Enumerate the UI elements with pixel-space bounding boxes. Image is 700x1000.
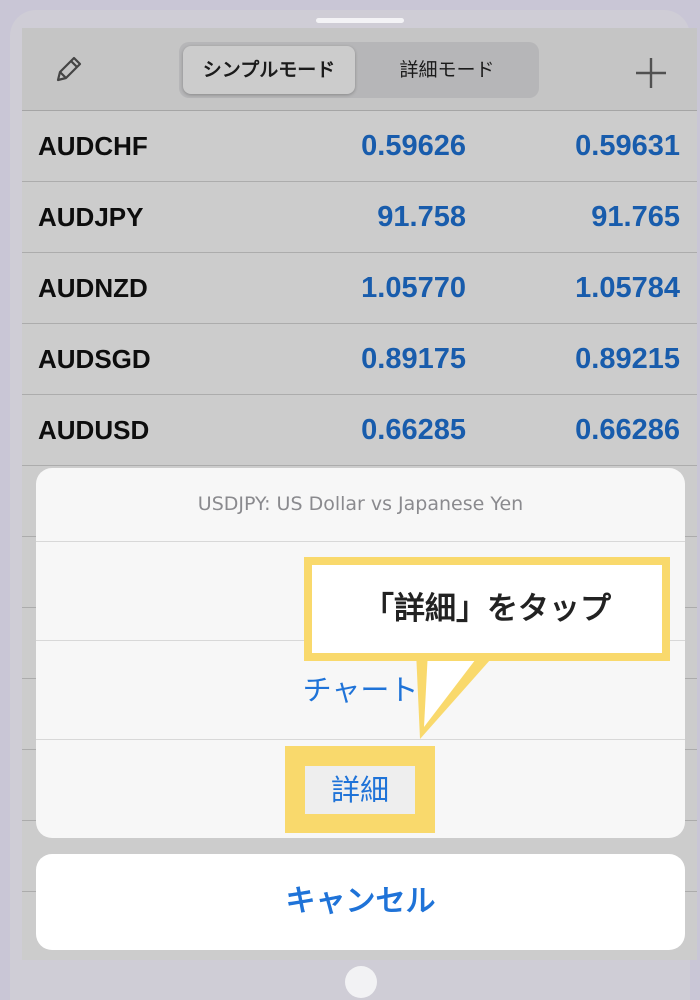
device-speaker: [316, 18, 404, 23]
detail-option-highlight[interactable]: 詳細: [285, 746, 435, 833]
callout-pointer: [416, 651, 498, 739]
cancel-button[interactable]: キャンセル: [36, 854, 685, 950]
home-button[interactable]: [345, 966, 377, 998]
instruction-callout: 「詳細」をタップ: [304, 557, 670, 661]
app-screen: シンプルモード 詳細モード AUDCHF 0.59626 0.59631 AUD…: [22, 28, 697, 960]
device-frame: シンプルモード 詳細モード AUDCHF 0.59626 0.59631 AUD…: [10, 10, 697, 1000]
callout-text: 「詳細」をタップ: [312, 565, 662, 653]
detail-option-label[interactable]: 詳細: [305, 766, 415, 814]
action-sheet-title: USDJPY: US Dollar vs Japanese Yen: [36, 468, 685, 542]
